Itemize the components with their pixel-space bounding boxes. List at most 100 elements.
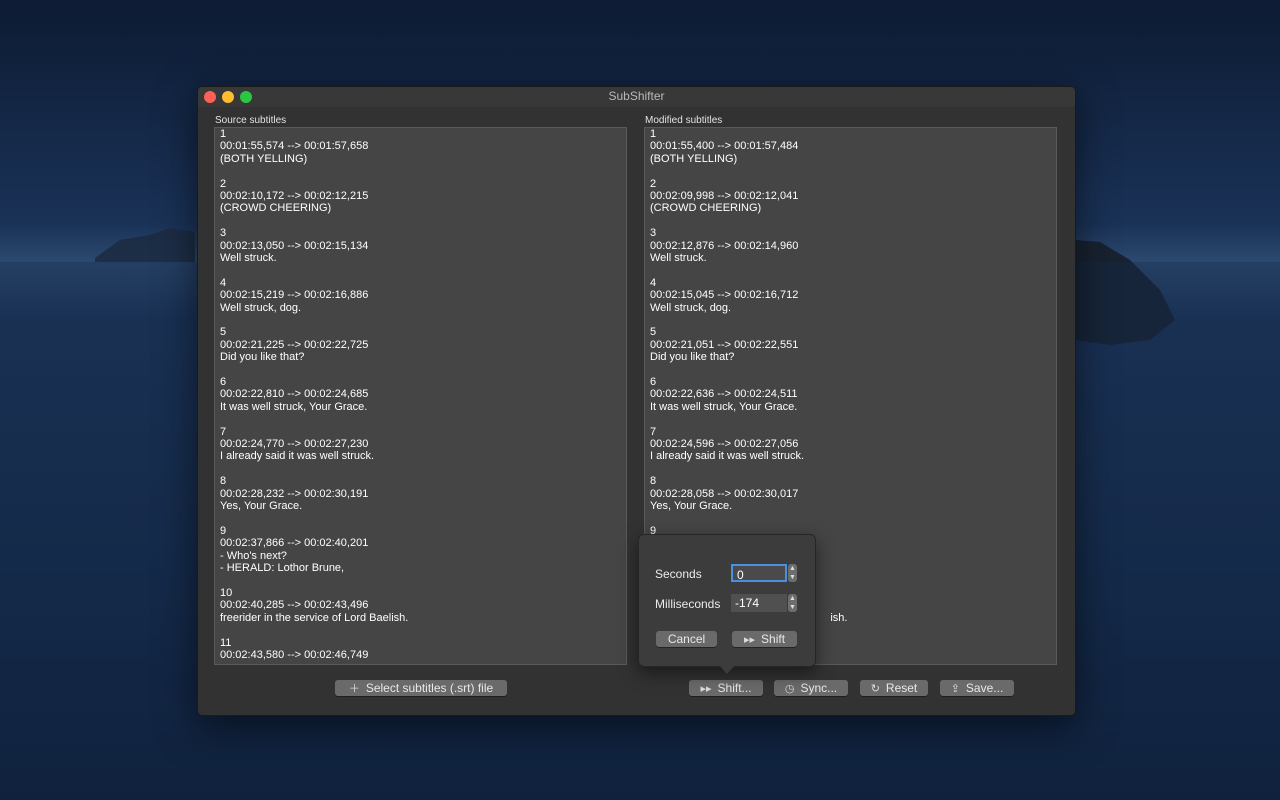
clock-icon: ◷ bbox=[784, 682, 795, 695]
subtitle-line: - Who's next? bbox=[220, 549, 287, 562]
subtitle-line: 00:02:43,580 --> 00:02:46,749 bbox=[220, 648, 369, 661]
select-subtitles-button[interactable]: ＋ Select subtitles (.srt) file bbox=[335, 680, 507, 696]
subtitle-line: 1 bbox=[220, 128, 227, 140]
subtitle-line: (CROWD CHEERING) bbox=[650, 202, 762, 215]
subtitle-line bbox=[220, 165, 626, 177]
subtitle-line bbox=[650, 264, 1056, 276]
subtitle-line: Yes, Your Grace. bbox=[650, 500, 733, 513]
shift-confirm-button[interactable]: ▸▸ Shift bbox=[732, 631, 797, 647]
subtitle-line: 3 bbox=[650, 227, 657, 240]
subtitle-line: 00:02:22,810 --> 00:02:24,685 bbox=[220, 388, 369, 401]
subtitle-line: 4 bbox=[220, 276, 227, 289]
subtitle-line bbox=[220, 364, 626, 376]
subtitle-line bbox=[220, 215, 626, 227]
save-button-label: Save... bbox=[965, 681, 1004, 695]
subtitle-line: 8 bbox=[650, 475, 657, 488]
subtitle-line: 6 bbox=[220, 376, 227, 389]
subtitle-line bbox=[220, 314, 626, 326]
subtitle-line: 8 bbox=[220, 475, 227, 488]
seconds-input[interactable]: 0 bbox=[731, 564, 787, 582]
subtitle-line: 00:02:37,866 --> 00:02:40,201 bbox=[220, 537, 369, 550]
reset-button-label: Reset bbox=[885, 681, 918, 695]
reset-button[interactable]: ↻ Reset bbox=[860, 680, 928, 696]
subtitle-line bbox=[220, 413, 626, 425]
subtitle-line: 6 bbox=[650, 376, 657, 389]
source-subtitles-label: Source subtitles bbox=[215, 115, 287, 126]
subtitle-line bbox=[220, 575, 626, 587]
subtitle-line: (BOTH YELLING) bbox=[220, 152, 308, 165]
subtitle-line bbox=[650, 512, 1056, 524]
subtitle-line: I already said it was well struck. bbox=[220, 450, 375, 463]
subtitle-line: 7 bbox=[220, 425, 227, 438]
subtitle-line: It was well struck, Your Grace. bbox=[220, 400, 368, 413]
subtitle-line: 5 bbox=[650, 326, 657, 339]
subtitle-line bbox=[650, 165, 1056, 177]
subtitle-line: (BOTH YELLING) bbox=[650, 152, 738, 165]
subtitle-line: 10 bbox=[220, 586, 233, 599]
subtitle-line: 00:02:21,051 --> 00:02:22,551 bbox=[650, 338, 799, 351]
subtitle-line: Well struck, dog. bbox=[650, 301, 732, 314]
subtitle-line: Well struck, dog. bbox=[220, 301, 302, 314]
subtitle-line: 00:02:15,219 --> 00:02:16,886 bbox=[220, 289, 369, 302]
subtitle-line: 2 bbox=[220, 177, 227, 190]
subtitle-line: Well struck. bbox=[220, 252, 277, 265]
seconds-stepper[interactable]: ▲ ▼ bbox=[788, 564, 797, 582]
subtitle-line: 00:02:24,770 --> 00:02:27,230 bbox=[220, 438, 369, 451]
subtitle-line: 00:02:28,058 --> 00:02:30,017 bbox=[650, 487, 799, 500]
subtitle-line: It was well struck, Your Grace. bbox=[650, 400, 798, 413]
subtitle-line: 1 bbox=[650, 128, 657, 140]
subtitle-line: 00:01:55,574 --> 00:01:57,658 bbox=[220, 140, 369, 153]
subtitle-line: Did you like that? bbox=[220, 351, 305, 364]
subtitle-line: - HERALD: Lothor Brune, bbox=[220, 562, 345, 575]
subtitle-line bbox=[650, 314, 1056, 326]
popover-arrow bbox=[718, 664, 736, 674]
sync-button[interactable]: ◷ Sync... bbox=[774, 680, 848, 696]
select-subtitles-label: Select subtitles (.srt) file bbox=[365, 681, 494, 695]
reset-icon: ↻ bbox=[870, 682, 880, 695]
share-icon: ⇪ bbox=[950, 682, 960, 695]
subtitle-line: 00:02:15,045 --> 00:02:16,712 bbox=[650, 289, 799, 302]
source-subtitles-textarea[interactable]: 1 00:01:55,574 --> 00:01:57,658 (BOTH YELL… bbox=[214, 127, 627, 665]
title-bar[interactable]: SubShifter bbox=[198, 87, 1075, 107]
subtitle-line bbox=[650, 215, 1056, 227]
subtitle-line: 7 bbox=[650, 425, 657, 438]
subtitle-line: 5 bbox=[220, 326, 227, 339]
subtitle-line: Yes, Your Grace. bbox=[220, 500, 303, 513]
subtitle-line: 00:02:21,225 --> 00:02:22,725 bbox=[220, 338, 369, 351]
subtitle-line bbox=[650, 364, 1056, 376]
fast-forward-icon: ▸▸ bbox=[700, 682, 712, 695]
source-subtitles-content: 1 00:01:55,574 --> 00:01:57,658 (BOTH YELL… bbox=[215, 128, 626, 661]
subtitle-line: 9 bbox=[220, 524, 227, 537]
cancel-button[interactable]: Cancel bbox=[656, 631, 717, 647]
cancel-button-label: Cancel bbox=[667, 632, 706, 646]
subtitle-line: 4 bbox=[650, 276, 657, 289]
subtitle-line: 00:02:13,050 --> 00:02:15,134 bbox=[220, 239, 369, 252]
plus-icon: ＋ bbox=[348, 683, 360, 695]
subtitle-line: 00:02:09,998 --> 00:02:12,041 bbox=[650, 190, 799, 203]
subtitle-line: I already said it was well struck. bbox=[650, 450, 805, 463]
subtitle-line: 00:01:55,400 --> 00:01:57,484 bbox=[650, 140, 799, 153]
subtitle-line: Well struck. bbox=[650, 252, 707, 265]
subtitle-line: 3 bbox=[220, 227, 227, 240]
subtitle-line bbox=[220, 463, 626, 475]
milliseconds-label: Milliseconds bbox=[655, 597, 721, 611]
subtitle-line bbox=[220, 624, 626, 636]
sync-button-label: Sync... bbox=[800, 681, 838, 695]
main-window: SubShifter Source subtitles 1 00:01:55,57… bbox=[197, 86, 1076, 716]
subtitle-line: (CROWD CHEERING) bbox=[220, 202, 332, 215]
shift-button[interactable]: ▸▸ Shift... bbox=[689, 680, 763, 696]
shift-confirm-label: Shift bbox=[761, 632, 786, 646]
shift-button-label: Shift... bbox=[717, 681, 752, 695]
subtitle-line: 00:02:28,232 --> 00:02:30,191 bbox=[220, 487, 369, 500]
subtitle-line: 00:02:10,172 --> 00:02:12,215 bbox=[220, 190, 369, 203]
modified-subtitles-label: Modified subtitles bbox=[645, 115, 723, 126]
subtitle-line: 00:02:24,596 --> 00:02:27,056 bbox=[650, 438, 799, 451]
shift-popover: Seconds 0 ▲ ▼ Milliseconds -174 ▲ ▼ Cancel… bbox=[638, 534, 816, 667]
window-title: SubShifter bbox=[608, 89, 665, 103]
save-button[interactable]: ⇪ Save... bbox=[940, 680, 1014, 696]
subtitle-line: 00:02:40,285 --> 00:02:43,496 bbox=[220, 599, 369, 612]
milliseconds-input[interactable]: -174 bbox=[731, 594, 787, 612]
seconds-label: Seconds bbox=[655, 567, 702, 581]
milliseconds-stepper[interactable]: ▲ ▼ bbox=[788, 594, 797, 612]
subtitle-line bbox=[220, 512, 626, 524]
